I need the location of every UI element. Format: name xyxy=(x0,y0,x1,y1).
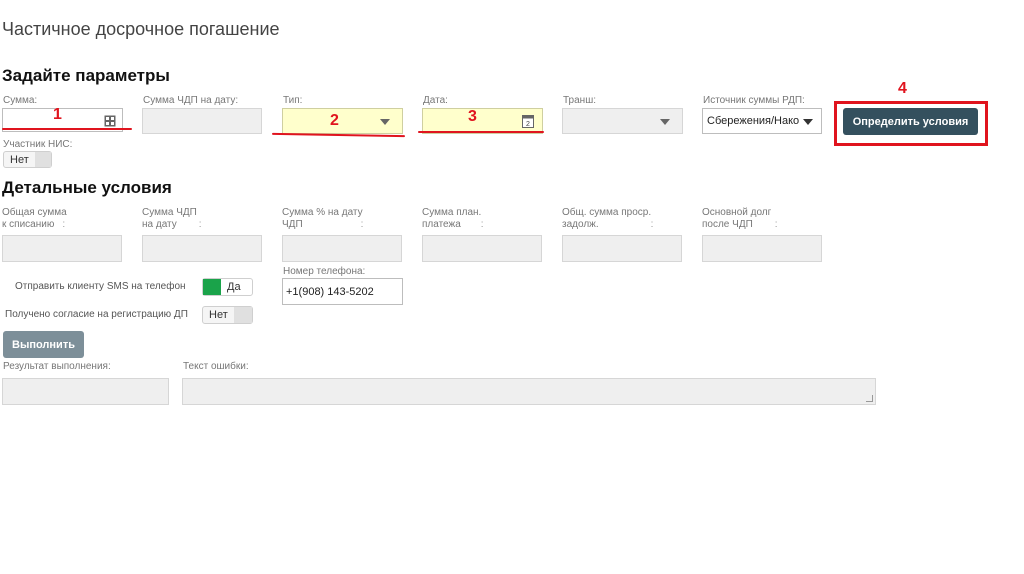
detail-label-line1: Общ. сумма проср. xyxy=(562,207,652,218)
consent-label: Получено согласие на регистрацию ДП xyxy=(5,309,188,320)
execute-button[interactable]: Выполнить xyxy=(3,331,84,358)
annotation-number-3: 3 xyxy=(468,108,477,125)
detail-field-overdue-debt: Общ. сумма проср. задолж.: xyxy=(562,207,683,262)
annotation-number-2: 2 xyxy=(330,112,339,129)
annotation-underline-1 xyxy=(2,128,132,130)
result-field xyxy=(2,378,169,405)
detail-value-field xyxy=(142,235,262,262)
send-sms-label: Отправить клиенту SMS на телефон xyxy=(15,281,186,292)
detail-label-line1: Сумма % на дату xyxy=(282,207,363,218)
detail-label-line1: Сумма ЧДП xyxy=(142,207,197,218)
error-textarea[interactable] xyxy=(182,378,876,405)
detail-field-principal-after-chdp: Основной долг после ЧДП: xyxy=(702,207,823,262)
detail-field-sum-chdp-date: Сумма ЧДП на дату: xyxy=(142,207,263,262)
chevron-down-icon xyxy=(660,119,670,125)
nis-toggle[interactable]: Нет xyxy=(3,151,52,168)
detail-value-field xyxy=(702,235,822,262)
consent-toggle-label: Нет xyxy=(209,309,228,321)
detail-label-line1: Общая сумма xyxy=(2,207,67,218)
chevron-down-icon xyxy=(380,119,390,125)
detail-value-field xyxy=(2,235,122,262)
source-label: Источник суммы РДП: xyxy=(703,95,805,106)
page-title: Частичное досрочное погашение xyxy=(2,19,280,39)
phone-value: +1(908) 143-5202 xyxy=(286,286,374,298)
nis-label: Участник НИС: xyxy=(3,139,73,150)
nis-toggle-label: Нет xyxy=(10,153,29,166)
annotation-number-4: 4 xyxy=(898,80,907,97)
detail-label-line2: ЧДП: xyxy=(282,219,364,230)
send-sms-toggle[interactable]: Да xyxy=(202,278,253,296)
nis-toggle-knob xyxy=(34,152,51,167)
detail-label-line2: задолж.: xyxy=(562,219,654,230)
sum-chdp-date-label: Сумма ЧДП на дату: xyxy=(143,95,239,106)
phone-input[interactable]: +1(908) 143-5202 xyxy=(282,278,403,305)
type-label: Тип: xyxy=(283,95,303,106)
details-heading: Детальные условия xyxy=(2,178,172,197)
phone-label: Номер телефона: xyxy=(283,266,366,277)
tranche-select[interactable] xyxy=(562,108,683,134)
detail-label-line2: платежа: xyxy=(422,219,484,230)
detail-value-field xyxy=(562,235,682,262)
detail-field-planned-payment: Сумма план. платежа: xyxy=(422,207,543,262)
detail-value-field xyxy=(422,235,542,262)
type-select[interactable] xyxy=(282,108,403,134)
detail-field-interest-date: Сумма % на дату ЧДП: xyxy=(282,207,403,262)
error-label: Текст ошибки: xyxy=(183,361,249,372)
detail-label-line1: Сумма план. xyxy=(422,207,482,218)
source-value: Сбережения/Нако xyxy=(707,115,800,127)
detail-label-line2: к списанию: xyxy=(2,219,66,230)
detail-value-field xyxy=(282,235,402,262)
date-label: Дата: xyxy=(423,95,448,106)
detail-label-line1: Основной долг xyxy=(702,207,772,218)
result-label: Результат выполнения: xyxy=(3,361,111,372)
sum-chdp-date-field xyxy=(142,108,262,134)
detail-label-line2: на дату: xyxy=(142,219,202,230)
consent-toggle-knob xyxy=(233,307,252,323)
tranche-label: Транш: xyxy=(563,95,596,106)
consent-toggle[interactable]: Нет xyxy=(202,306,253,324)
chevron-down-icon xyxy=(803,119,813,125)
annotation-number-1: 1 xyxy=(53,106,62,123)
sum-label: Сумма: xyxy=(3,95,38,106)
send-sms-toggle-knob xyxy=(203,279,221,295)
annotation-box-4 xyxy=(834,101,988,146)
annotation-underline-3 xyxy=(418,131,544,133)
resize-handle-icon[interactable] xyxy=(866,395,873,402)
detail-field-total-writeoff: Общая сумма к списанию: xyxy=(2,207,123,262)
source-select[interactable]: Сбережения/Нако xyxy=(702,108,822,134)
params-heading: Задайте параметры xyxy=(2,66,170,85)
svg-text:2: 2 xyxy=(526,121,530,128)
detail-label-line2: после ЧДП: xyxy=(702,219,778,230)
send-sms-toggle-label: Да xyxy=(227,281,241,293)
